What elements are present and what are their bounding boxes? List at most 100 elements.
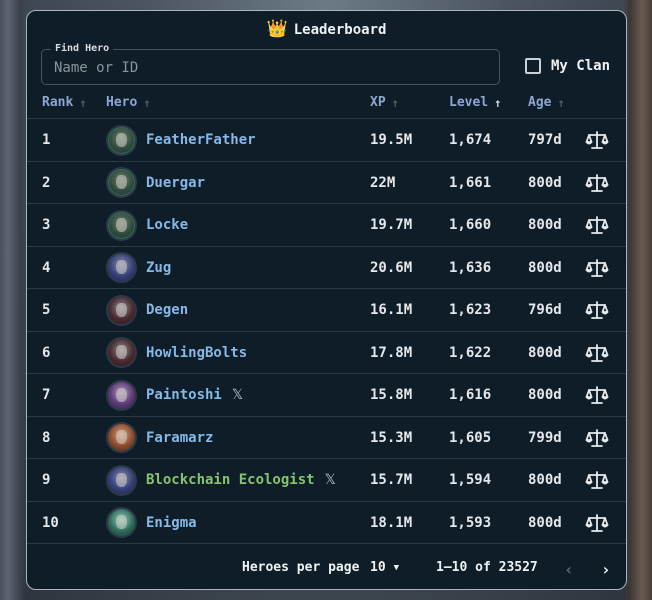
find-hero-label: Find Hero (51, 43, 114, 54)
age-cell: 796d (528, 302, 562, 318)
xp-cell: 17.8M (370, 344, 413, 361)
rank-cell: 7 (42, 387, 51, 403)
rank-cell: 6 (42, 344, 51, 361)
hero-name-cell[interactable]: Locke (146, 204, 188, 246)
hero-name-cell[interactable]: Enigma (146, 502, 197, 544)
title-text: Leaderboard (293, 21, 387, 38)
table-row[interactable]: 9 Blockchain Ecologist 𝕏 15.7M 1,594 800d (27, 459, 626, 502)
column-hero[interactable]: Hero ↑ (106, 95, 151, 110)
hero-name-cell[interactable]: Paintoshi 𝕏 (146, 374, 243, 416)
my-clan-toggle[interactable]: My Clan (525, 58, 610, 74)
table-row[interactable]: 10 Enigma 18.1M 1,593 800d (27, 502, 626, 544)
column-level[interactable]: Level ↑ (449, 95, 501, 110)
rank-cell: 4 (42, 259, 51, 276)
table-row[interactable]: 6 HowlingBolts 17.8M 1,622 800d (27, 332, 626, 374)
xp-cell: 19.7M (370, 217, 413, 233)
age-cell: 800d (528, 344, 562, 361)
hero-avatar-cell (106, 417, 137, 459)
xp-cell: 15.7M (370, 472, 413, 488)
avatar[interactable] (106, 337, 137, 368)
compare-scale-icon[interactable] (585, 204, 609, 246)
hero-name-cell[interactable]: Degen (146, 289, 188, 331)
hero-name-cell[interactable]: HowlingBolts (146, 332, 247, 374)
compare-scale-icon[interactable] (585, 162, 609, 204)
hero-name[interactable]: Blockchain Ecologist (146, 472, 315, 488)
level-cell: 1,660 (449, 217, 492, 233)
crown-icon: 👑 (266, 19, 288, 39)
hero-name[interactable]: FeatherFather (146, 132, 256, 148)
hero-avatar-cell (106, 289, 137, 331)
level-cell: 1,605 (449, 429, 492, 446)
hero-name[interactable]: Faramarz (146, 430, 213, 446)
table-row[interactable]: 1 FeatherFather 19.5M 1,674 797d (27, 119, 626, 162)
per-page-value: 10 (370, 560, 386, 575)
hero-name[interactable]: Zug (146, 260, 171, 276)
hero-name-cell[interactable]: FeatherFather (146, 119, 256, 161)
per-page-select[interactable]: 10 ▼ (370, 560, 399, 575)
prev-page-icon[interactable]: ‹ (564, 560, 574, 579)
table-row[interactable]: 7 Paintoshi 𝕏 15.8M 1,616 800d (27, 374, 626, 417)
hero-name[interactable]: HowlingBolts (146, 345, 247, 361)
sort-arrow-icon: ↑ (557, 95, 565, 110)
sort-arrow-icon: ↑ (79, 95, 87, 110)
table-row[interactable]: 3 Locke 19.7M 1,660 800d (27, 204, 626, 247)
leaderboard-title: 👑 Leaderboard (27, 21, 626, 38)
next-page-icon[interactable]: › (601, 560, 611, 579)
level-cell: 1,616 (449, 387, 492, 403)
table-row[interactable]: 2 Duergar 22M 1,661 800d (27, 162, 626, 204)
hero-name[interactable]: Degen (146, 302, 188, 318)
age-cell: 800d (528, 259, 562, 276)
avatar[interactable] (106, 464, 137, 496)
hero-name[interactable]: Enigma (146, 515, 197, 531)
hero-name[interactable]: Paintoshi (146, 387, 222, 403)
hero-avatar-cell (106, 459, 137, 501)
avatar[interactable] (106, 252, 137, 283)
compare-scale-icon[interactable] (585, 332, 609, 374)
x-icon[interactable]: 𝕏 (232, 387, 243, 403)
hero-avatar-cell (106, 204, 137, 246)
hero-name[interactable]: Duergar (146, 175, 205, 191)
table-row[interactable]: 8 Faramarz 15.3M 1,605 799d (27, 417, 626, 459)
avatar[interactable] (106, 124, 137, 156)
avatar[interactable] (106, 167, 137, 198)
hero-name-cell[interactable]: Zug (146, 247, 171, 289)
avatar[interactable] (106, 507, 137, 538)
sort-arrow-active-icon: ↑ (494, 95, 502, 110)
age-cell: 797d (528, 132, 562, 148)
avatar[interactable] (106, 422, 137, 453)
avatar[interactable] (106, 379, 137, 411)
avatar[interactable] (106, 294, 137, 326)
table-row[interactable]: 4 Zug 20.6M 1,636 800d (27, 247, 626, 289)
column-rank[interactable]: Rank ↑ (42, 95, 87, 110)
hero-name-cell[interactable]: Faramarz (146, 417, 213, 459)
compare-scale-icon[interactable] (585, 247, 609, 289)
compare-scale-icon[interactable] (585, 459, 609, 501)
column-level-label: Level (449, 95, 489, 110)
pagination-bar: Heroes per page 10 ▼ 1–10 of 23527 ‹ › (27, 551, 626, 589)
rank-cell: 2 (42, 174, 51, 191)
rank-cell: 10 (42, 514, 59, 531)
sort-arrow-icon: ↑ (143, 95, 151, 110)
level-cell: 1,594 (449, 472, 492, 488)
compare-scale-icon[interactable] (585, 417, 609, 459)
column-age-label: Age (528, 95, 552, 110)
avatar[interactable] (106, 209, 137, 241)
rank-cell: 9 (42, 472, 51, 488)
table-row[interactable]: 5 Degen 16.1M 1,623 796d (27, 289, 626, 332)
my-clan-checkbox[interactable] (525, 58, 541, 74)
column-hero-label: Hero (106, 95, 138, 110)
compare-scale-icon[interactable] (585, 502, 609, 544)
hero-name-cell[interactable]: Duergar (146, 162, 205, 204)
xp-cell: 20.6M (370, 259, 413, 276)
compare-scale-icon[interactable] (585, 119, 609, 161)
hero-name[interactable]: Locke (146, 217, 188, 233)
column-age[interactable]: Age ↑ (528, 95, 565, 110)
search-input[interactable] (54, 58, 484, 78)
compare-scale-icon[interactable] (585, 374, 609, 416)
leaderboard-panel: 👑 Leaderboard Find Hero My Clan Rank ↑ H… (26, 10, 627, 590)
x-icon[interactable]: 𝕏 (325, 472, 336, 488)
column-xp[interactable]: XP ↑ (370, 95, 399, 110)
column-xp-label: XP (370, 95, 386, 110)
compare-scale-icon[interactable] (585, 289, 609, 331)
hero-name-cell[interactable]: Blockchain Ecologist 𝕏 (146, 459, 336, 501)
